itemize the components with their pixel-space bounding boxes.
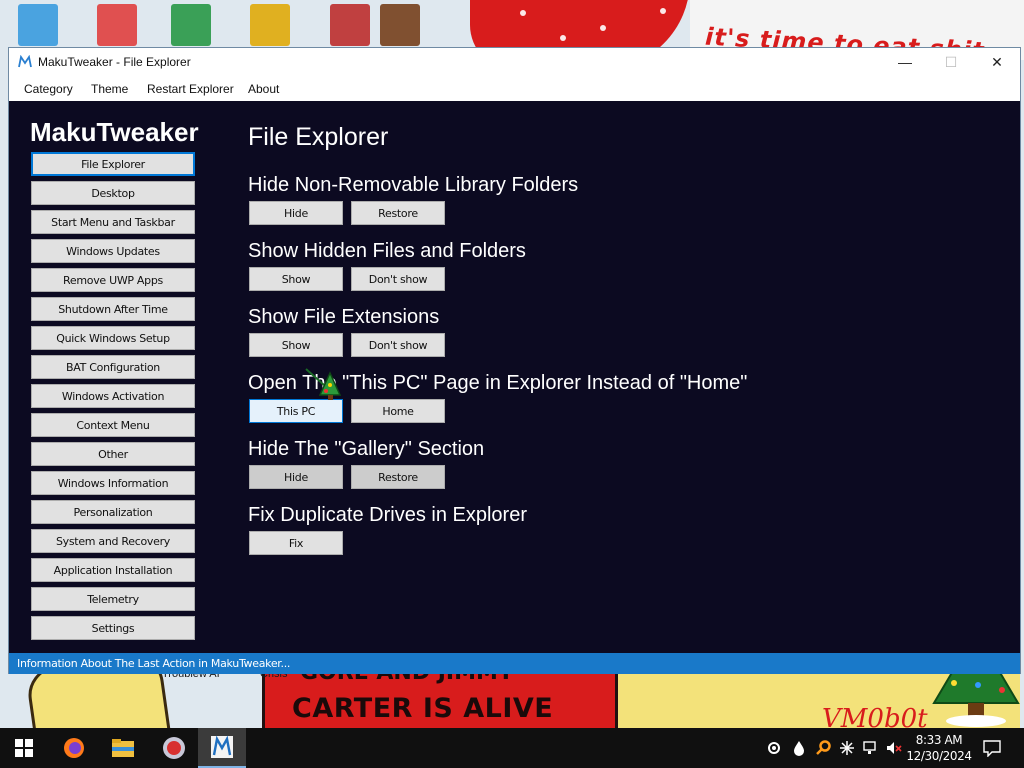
taskbar-makutweaker[interactable]	[198, 728, 246, 768]
section-gallery-label: Hide The "Gallery" Section	[248, 438, 485, 460]
desktop-icon-media[interactable]	[97, 4, 137, 46]
menu-theme[interactable]: Theme	[91, 82, 128, 96]
hide-library-folders-button[interactable]: Hide	[249, 201, 343, 225]
sidebar-item-windows-updates[interactable]: Windows Updates	[31, 239, 195, 263]
taskbar-clock[interactable]: 8:33 AM 12/30/2024	[906, 732, 972, 764]
section-hide-library-folders-label: Hide Non-Removable Library Folders	[248, 174, 579, 196]
wallpaper-signature: VM0b0t	[822, 704, 928, 728]
wallpaper-sign-text: CARTER IS ALIVE	[292, 693, 554, 724]
sidebar-item-remove-uwp-apps[interactable]: Remove UWP Apps	[31, 268, 195, 292]
sidebar-item-context-menu[interactable]: Context Menu	[31, 413, 195, 437]
hide-gallery-button[interactable]: Hide	[249, 465, 343, 489]
sidebar-item-telemetry[interactable]: Telemetry	[31, 587, 195, 611]
sidebar-item-windows-information[interactable]: Windows Information	[31, 471, 195, 495]
home-button[interactable]: Home	[351, 399, 445, 423]
desktop-icon-computer[interactable]	[18, 4, 58, 46]
sidebar-item-personalization[interactable]: Personalization	[31, 500, 195, 524]
title-bar[interactable]: MakuTweaker - File Explorer — ☐ ✕	[9, 48, 1020, 76]
taskbar-app[interactable]	[150, 728, 198, 768]
dont-show-file-extensions-button[interactable]: Don't show	[351, 333, 445, 357]
menu-category[interactable]: Category	[24, 82, 73, 96]
window-title: MakuTweaker - File Explorer	[38, 55, 191, 69]
sidebar-item-desktop[interactable]: Desktop	[31, 181, 195, 205]
section-file-extensions-label: Show File Extensions	[248, 306, 440, 328]
notification-center-icon[interactable]	[983, 739, 1001, 757]
taskbar-firefox[interactable]	[50, 728, 98, 768]
status-text: Information About The Last Action in Mak…	[17, 657, 291, 670]
status-bar: Information About The Last Action in Mak…	[9, 653, 1020, 674]
makutweaker-logo-icon	[18, 55, 32, 68]
firefox-icon	[64, 738, 84, 758]
menu-about[interactable]: About	[248, 82, 279, 96]
section-duplicate-drives-label: Fix Duplicate Drives in Explorer	[248, 504, 527, 526]
sidebar-item-quick-windows-setup[interactable]: Quick Windows Setup	[31, 326, 195, 350]
show-hidden-files-button[interactable]: Show	[249, 267, 343, 291]
brand-title: MakuTweaker	[30, 117, 199, 147]
main-panel: MakuTweaker File Explorer Desktop Start …	[9, 101, 1020, 653]
sidebar-item-windows-activation[interactable]: Windows Activation	[31, 384, 195, 408]
sidebar-item-application-installation[interactable]: Application Installation	[31, 558, 195, 582]
desktop-icon-mcdonalds[interactable]	[250, 4, 290, 46]
show-file-extensions-button[interactable]: Show	[249, 333, 343, 357]
close-button[interactable]: ✕	[974, 48, 1020, 76]
makutweaker-icon	[211, 735, 233, 758]
file-explorer-icon	[112, 739, 134, 757]
desktop-icon-santa[interactable]	[330, 4, 370, 46]
start-button[interactable]	[0, 728, 48, 768]
windows-start-icon	[15, 739, 33, 757]
restore-library-folders-button[interactable]: Restore	[351, 201, 445, 225]
sidebar-item-shutdown-after-time[interactable]: Shutdown After Time	[31, 297, 195, 321]
tray-network-icon[interactable]	[863, 740, 879, 756]
desktop-icon-character[interactable]	[171, 4, 211, 46]
restore-gallery-button[interactable]: Restore	[351, 465, 445, 489]
makutweaker-window: MakuTweaker - File Explorer — ☐ ✕ Catego…	[8, 47, 1021, 674]
tray-search-icon[interactable]	[815, 740, 831, 756]
sidebar-item-system-and-recovery[interactable]: System and Recovery	[31, 529, 195, 553]
tray-drop-icon[interactable]	[791, 740, 807, 756]
menu-bar: Category Theme Restart Explorer About	[9, 76, 1020, 101]
fix-duplicate-drives-button[interactable]: Fix	[249, 531, 343, 555]
page-title: File Explorer	[248, 123, 389, 151]
sidebar-item-file-explorer[interactable]: File Explorer	[31, 152, 195, 176]
sidebar-item-settings[interactable]: Settings	[31, 616, 195, 640]
sidebar-item-bat-configuration[interactable]: BAT Configuration	[31, 355, 195, 379]
minimize-button[interactable]: —	[882, 48, 928, 76]
sidebar-item-other[interactable]: Other	[31, 442, 195, 466]
app-icon	[163, 737, 185, 759]
dont-show-hidden-files-button[interactable]: Don't show	[351, 267, 445, 291]
tray-snowflake-icon[interactable]	[839, 740, 855, 756]
clock-date: 12/30/2024	[906, 749, 972, 763]
maximize-button[interactable]: ☐	[928, 48, 974, 76]
tray-settings-icon[interactable]	[766, 740, 782, 756]
section-hidden-files-label: Show Hidden Files and Folders	[248, 240, 526, 262]
clock-time: 8:33 AM	[915, 733, 963, 747]
desktop-icon-reindeer[interactable]	[380, 4, 420, 46]
tray-volume-muted-icon[interactable]	[886, 740, 902, 756]
taskbar-file-explorer[interactable]	[99, 728, 147, 768]
tree-cursor-icon	[305, 368, 342, 400]
menu-restart-explorer[interactable]: Restart Explorer	[147, 82, 234, 96]
taskbar: 8:33 AM 12/30/2024	[0, 728, 1024, 768]
sidebar-item-start-menu-taskbar[interactable]: Start Menu and Taskbar	[31, 210, 195, 234]
